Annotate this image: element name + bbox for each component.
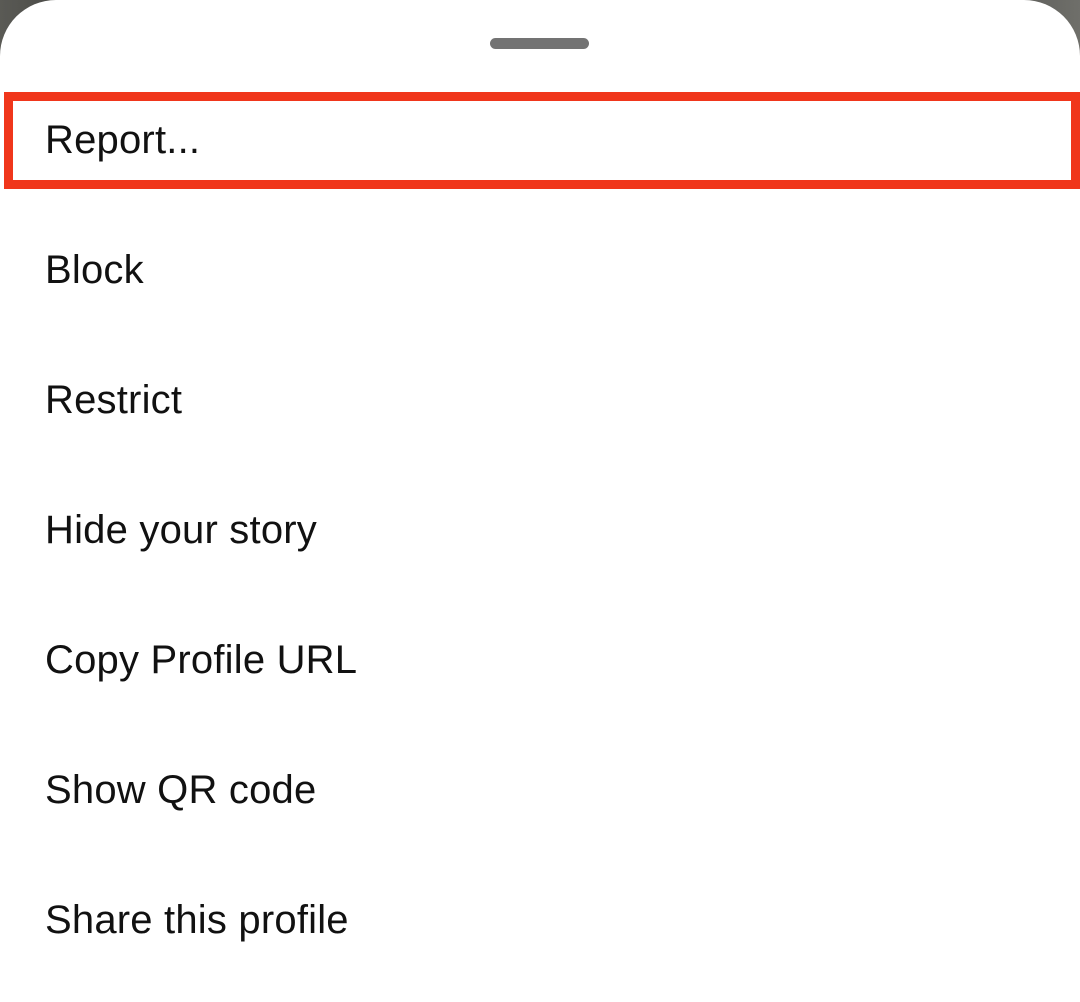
menu-item-show-qr-code[interactable]: Show QR code <box>0 725 1080 855</box>
menu-item-share-this-profile[interactable]: Share this profile <box>0 855 1080 985</box>
menu-item-label: Block <box>45 247 144 292</box>
drag-handle[interactable] <box>490 38 589 49</box>
menu-item-restrict[interactable]: Restrict <box>0 335 1080 465</box>
menu-item-label: Restrict <box>45 377 183 422</box>
menu-item-label: Show QR code <box>45 767 317 812</box>
menu-item-label: Report... <box>45 117 201 162</box>
menu-item-hide-your-story[interactable]: Hide your story <box>0 465 1080 595</box>
options-menu: Report... Block Restrict Hide your story… <box>0 75 1080 985</box>
menu-item-label: Hide your story <box>45 507 317 552</box>
menu-item-copy-profile-url[interactable]: Copy Profile URL <box>0 595 1080 725</box>
menu-item-report[interactable]: Report... <box>0 75 1080 205</box>
menu-item-block[interactable]: Block <box>0 205 1080 335</box>
menu-item-label: Share this profile <box>45 897 349 942</box>
menu-item-label: Copy Profile URL <box>45 637 358 682</box>
bottom-sheet: Report... Block Restrict Hide your story… <box>0 0 1080 1002</box>
